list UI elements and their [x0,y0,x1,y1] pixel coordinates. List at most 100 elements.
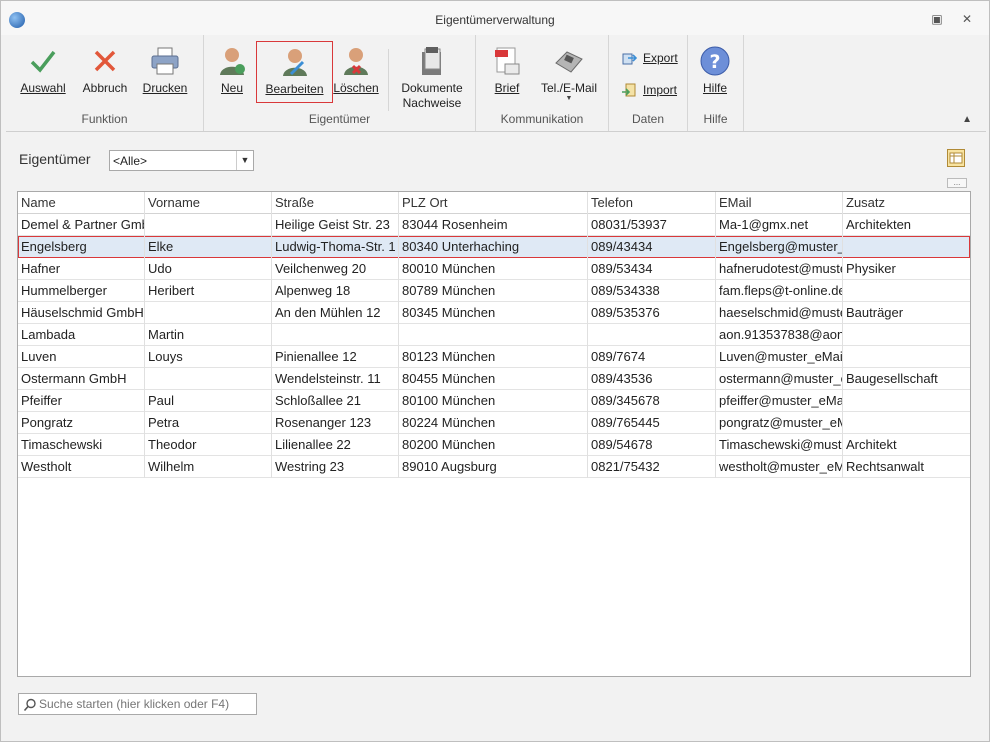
cell-strasse: Pinienallee 12 [272,346,399,368]
cell-strasse: Veilchenweg 20 [272,258,399,280]
cell-email: westholt@muster_eMail.de [716,456,843,478]
cell-strasse: Rosenanger 123 [272,412,399,434]
table-row[interactable]: LambadaMartin aon.913537838@aon.at [18,324,970,346]
table-row[interactable]: Hafner Udo Veilchenweg 20 80010 München 089/… [18,258,970,280]
hilfe-button[interactable]: ? Hilfe [688,41,742,103]
cell-vorname: Wilhelm [145,456,272,478]
group-label-kommunikation: Kommunikation [500,112,584,126]
auswahl-button[interactable]: Auswahl [11,41,75,103]
export-button[interactable]: Export [621,47,678,69]
cell-telefon: 089/534338 [588,280,716,302]
table-row[interactable]: Timaschewski Theodor Lilienallee 22 80200 M… [18,434,970,456]
cell-vorname: Elke [145,236,272,258]
table-row[interactable]: Westholt Wilhelm Westring 23 89010 Augsburg… [18,456,970,478]
column-header-name[interactable]: Name [18,192,145,214]
search-box[interactable] [18,693,257,715]
group-label-funktion: Funktion [81,112,128,126]
chevron-down-icon: ▼ [565,95,573,102]
cell-vorname: Petra [145,412,272,434]
cell-name: Engelsberg [18,236,145,258]
import-button[interactable]: Import [621,79,677,101]
cell-zusatz: Physiker [846,261,896,276]
cell-email: haeselschmid@muster_eMail.de [716,302,843,324]
table-body: Demel & Partner GmbH Heilige Geist Str. 2… [18,214,970,478]
cancel-x-icon [94,50,116,72]
cell-telefon: 089/43536 [588,368,716,390]
group-label-daten: Daten [631,112,665,126]
cell-plz-ort: 80100 München [399,390,588,412]
svg-text:?: ? [709,51,720,73]
restore-icon[interactable]: ▣ [928,11,946,27]
cell-zusatz: Rechtsanwalt [846,459,925,474]
collapse-ribbon-icon[interactable]: ▲ [962,114,972,125]
checkmark-icon [30,50,56,73]
table-row[interactable]: Ostermann GmbH Wendelsteinstr. 11 80455 Mü… [18,368,970,390]
owner-filter-select[interactable]: <Alle> ▼ [109,150,254,171]
window-title: Eigentümerverwaltung [435,13,555,27]
table-row[interactable]: Hummelberger Heribert Alpenweg 18 80789 Mün… [18,280,970,302]
dokumente-nachweise-button[interactable]: Dokumente Nachweise [394,41,470,110]
drucken-button[interactable]: Drucken [133,41,197,103]
cell-plz-ort: 80123 München [399,346,588,368]
person-add-icon [220,48,245,75]
cell-zusatz [843,236,970,258]
brief-button[interactable]: Brief [482,41,532,103]
chevron-down-icon[interactable]: ▼ [236,151,253,170]
cell-email: Ma-1@gmx.net [716,214,843,236]
cell-telefon: 0821/75432 [588,456,716,478]
cell-zusatz: Architekten [846,217,912,232]
ribbon-group-eigentuemer: Neu Bearbeiten Löschen Dokumente Nachwei… [204,35,476,131]
cell-strasse: Schloßallee 21 [272,390,399,412]
cell-telefon: 089/43434 [588,236,716,258]
column-header-email[interactable]: EMail [716,192,843,214]
close-icon[interactable]: ✕ [958,11,976,27]
cell-zusatz [843,324,970,346]
cell-plz-ort: 89010 Augsburg [399,456,588,478]
cell-zusatz: Baugesellschaft [846,371,938,386]
cell-strasse: An den Mühlen 12 [272,302,399,324]
cell-vorname: Martin [145,324,272,346]
search-input[interactable] [39,695,253,713]
cell-strasse: Wendelsteinstr. 11 [272,368,399,390]
ribbon-group-funktion: Auswahl Abbruch Drucken Funktion [6,35,204,131]
export-icon [622,53,637,65]
cell-plz-ort: 80200 München [399,434,588,456]
table-row[interactable]: Engelsberg Elke Ludwig-Thoma-Str. 1 80340 U… [18,236,970,258]
bearbeiten-button[interactable]: Bearbeiten [256,41,333,103]
group-label-hilfe: Hilfe [703,112,728,126]
cell-plz-ort: 83044 Rosenheim [399,214,588,236]
column-header-plz-ort[interactable]: PLZ Ort [399,192,588,214]
cell-vorname [145,368,272,390]
cell-email: Timaschewski@muster_eMail.de [716,434,843,456]
column-header-strasse[interactable]: Straße [272,192,399,214]
cell-vorname [145,214,272,236]
ribbon-separator [388,49,389,111]
cell-plz-ort: 80340 Unterhaching [399,236,588,258]
column-header-vorname[interactable]: Vorname [145,192,272,214]
table-row[interactable]: Pongratz Petra Rosenanger 123 80224 München… [18,412,970,434]
abbruch-button[interactable]: Abbruch [73,41,137,103]
cell-name: Hummelberger [18,280,145,302]
cell-vorname: Paul [145,390,272,412]
table-row[interactable]: Luven Louys Pinienallee 12 80123 München 089… [18,346,970,368]
loeschen-button[interactable]: Löschen [328,41,384,103]
table-row[interactable]: Häuselschmid GmbH An den Mühlen 12 80345 M… [18,302,970,324]
cell-zusatz: Architekt [846,437,897,452]
cell-name: Ostermann GmbH [18,368,145,390]
ribbon-toolbar: Auswahl Abbruch Drucken Funktion Neu Bea… [6,35,986,132]
more-options-icon[interactable]: ... [947,178,967,188]
ribbon-group-kommunikation: Brief Tel./E-Mail ▼ Kommunikation [476,35,609,131]
table-row[interactable]: Demel & Partner GmbH Heilige Geist Str. 2… [18,214,970,236]
cell-email: Engelsberg@muster_eMail.de [716,236,843,258]
table-row[interactable]: Pfeiffer Paul Schloßallee 21 80100 München 0… [18,390,970,412]
tel-email-button[interactable]: Tel./E-Mail ▼ [534,41,604,103]
cell-telefon [588,324,716,346]
column-header-telefon[interactable]: Telefon [588,192,716,214]
cell-zusatz [843,280,970,302]
neu-button[interactable]: Neu [206,41,258,103]
filter-label: Eigentümer [19,151,91,167]
table-header: Name Vorname Straße PLZ Ort Telefon EMai… [18,192,970,214]
cell-zusatz [843,412,970,434]
column-chooser-icon[interactable] [947,149,965,167]
column-header-zusatz[interactable]: Zusatz [843,192,970,214]
